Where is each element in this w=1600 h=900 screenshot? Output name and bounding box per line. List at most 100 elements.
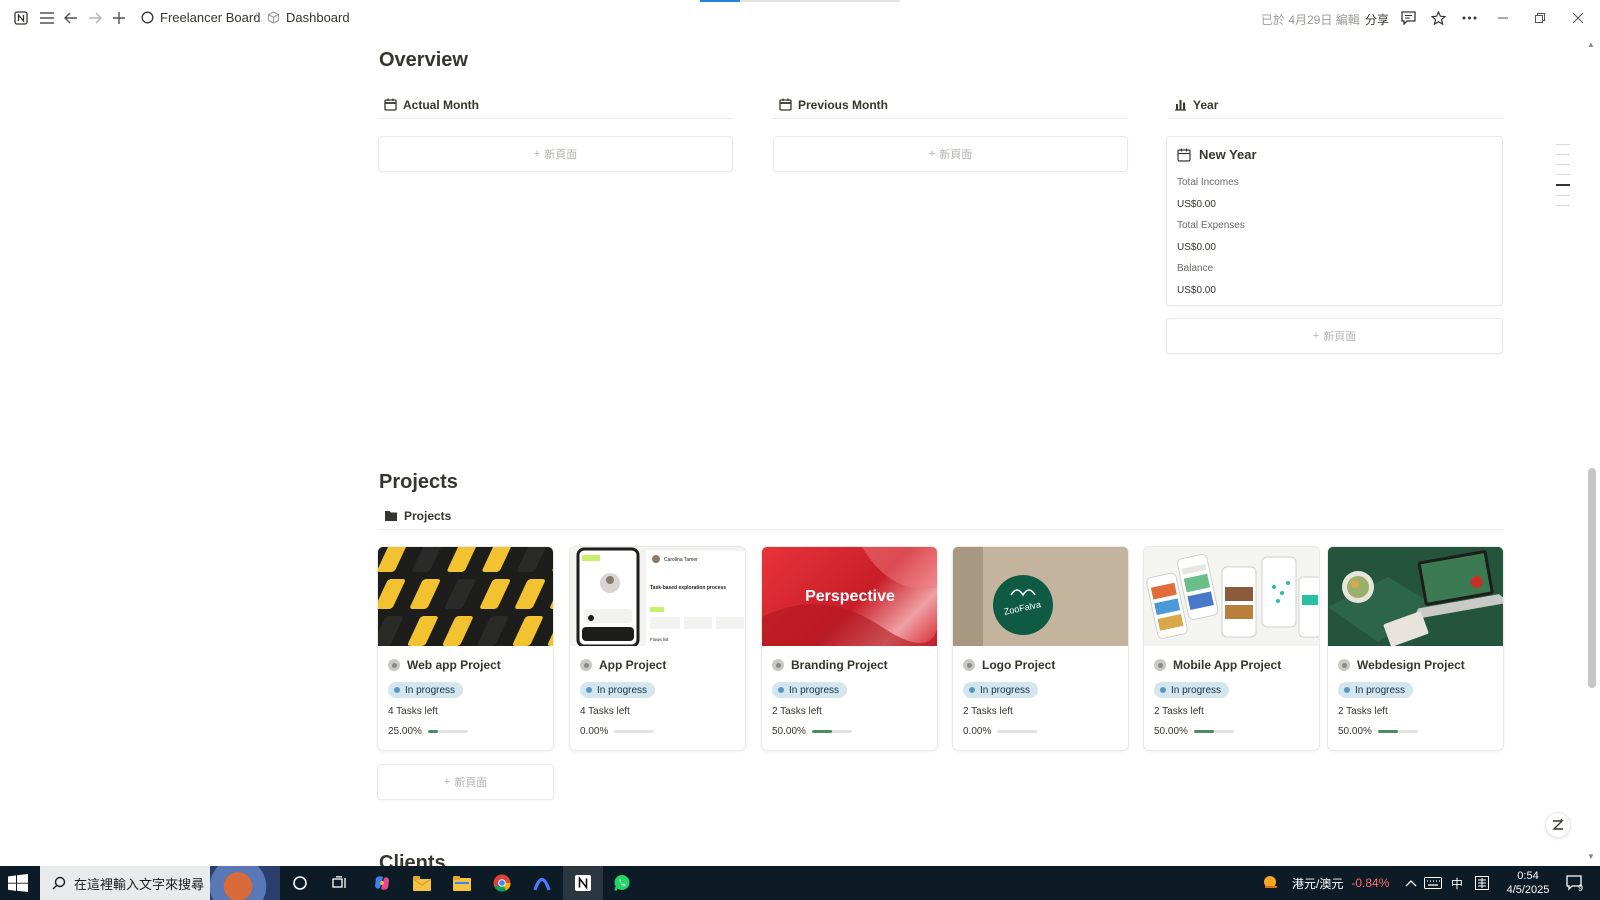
scroll-down-arrow-icon[interactable]: ▼ bbox=[1587, 852, 1595, 861]
project-cover-image: Carolina Tamer Task-based exploration pr… bbox=[570, 547, 745, 646]
breadcrumb-workspace[interactable]: Freelancer Board bbox=[141, 10, 260, 25]
projects-view-tab[interactable]: Projects bbox=[378, 502, 1504, 530]
calendar-icon bbox=[384, 98, 397, 111]
progress-percent: 0.00% bbox=[580, 726, 609, 737]
minimize-window-icon[interactable] bbox=[1493, 8, 1513, 28]
mail-folder-icon[interactable] bbox=[410, 871, 434, 895]
status-badge: In progress bbox=[1338, 682, 1414, 698]
new-page-button-previous-month[interactable]: + 新頁面 bbox=[773, 136, 1128, 172]
tray-chevron-up-icon[interactable] bbox=[1405, 866, 1417, 900]
clock[interactable]: 0:54 4/5/2025 bbox=[1498, 869, 1558, 897]
whatsapp-icon[interactable] bbox=[610, 871, 634, 895]
taskbar-search-box[interactable]: 在這裡輸入文字來搜尋 bbox=[40, 866, 280, 900]
column-actual-month[interactable]: Actual Month bbox=[378, 91, 733, 119]
project-card[interactable]: Carolina Tamer Task-based exploration pr… bbox=[569, 546, 746, 751]
status-badge: In progress bbox=[580, 682, 656, 698]
bar-chart-icon bbox=[1175, 99, 1186, 111]
column-year[interactable]: Year bbox=[1168, 91, 1504, 119]
help-button[interactable] bbox=[1545, 812, 1571, 838]
menu-icon[interactable] bbox=[37, 8, 57, 28]
notion-logo-icon[interactable] bbox=[11, 8, 31, 28]
clock-time: 0:54 bbox=[1517, 870, 1539, 882]
plus-icon: + bbox=[1312, 330, 1320, 342]
cortana-icon[interactable] bbox=[288, 871, 312, 895]
breadcrumb-separator: / bbox=[254, 10, 258, 25]
vertical-scrollbar-thumb[interactable] bbox=[1588, 468, 1596, 688]
new-tab-plus-icon[interactable] bbox=[109, 8, 129, 28]
overview-heading: Overview bbox=[379, 49, 468, 71]
project-page-icon bbox=[580, 659, 592, 671]
progress: 50.00% bbox=[1338, 726, 1493, 737]
status-badge-text: In progress bbox=[980, 684, 1031, 696]
year-card[interactable]: New Year Total Incomes US$0.00 Total Exp… bbox=[1166, 136, 1503, 306]
new-page-label: 新頁面 bbox=[939, 149, 973, 161]
back-arrow-icon[interactable] bbox=[61, 8, 81, 28]
task-view-icon[interactable] bbox=[328, 871, 352, 895]
project-card[interactable]: Web app Project In progress 4 Tasks left… bbox=[377, 546, 554, 751]
search-placeholder: 在這裡輸入文字來搜尋 bbox=[74, 876, 205, 892]
project-card[interactable]: Mobile App Project In progress 2 Tasks l… bbox=[1143, 546, 1320, 751]
status-badge-text: In progress bbox=[1171, 684, 1222, 696]
plus-icon: + bbox=[443, 776, 451, 788]
progress-percent: 50.00% bbox=[772, 726, 806, 737]
new-page-button-actual-month[interactable]: + 新頁面 bbox=[378, 136, 733, 172]
cover-user-name: Carolina Tamer bbox=[664, 557, 698, 563]
comment-icon[interactable] bbox=[1398, 8, 1418, 28]
notification-center[interactable]: 9 bbox=[1566, 866, 1583, 900]
progress-bar bbox=[1193, 730, 1234, 733]
project-name: Web app Project bbox=[388, 656, 543, 674]
breadcrumb-page-label: Dashboard bbox=[286, 10, 350, 25]
plus-icon: + bbox=[928, 148, 936, 160]
year-card-title: New Year bbox=[1177, 147, 1492, 162]
column-actual-month-label: Actual Month bbox=[403, 97, 479, 112]
share-button[interactable]: 分享 bbox=[1365, 11, 1389, 28]
total-expenses-label: Total Expenses bbox=[1177, 220, 1245, 231]
more-options-icon[interactable] bbox=[1459, 8, 1479, 28]
project-cover-image bbox=[1144, 547, 1319, 646]
new-page-button-projects[interactable]: + 新頁面 bbox=[377, 764, 554, 800]
progress: 0.00% bbox=[963, 726, 1118, 737]
new-page-label: 新頁面 bbox=[544, 149, 578, 161]
ime-options-icon[interactable] bbox=[1475, 866, 1489, 900]
breadcrumb-page[interactable]: Dashboard bbox=[267, 10, 350, 25]
keyboard-icon[interactable] bbox=[1424, 866, 1442, 900]
project-cover-image: ZooFalva bbox=[953, 547, 1128, 646]
copilot-icon[interactable] bbox=[370, 871, 394, 895]
progress: 50.00% bbox=[1154, 726, 1309, 737]
project-name-text: App Project bbox=[599, 658, 667, 672]
top-bar: Freelancer Board / Dashboard 已於 4月29日 編輯… bbox=[0, 0, 1600, 36]
table-of-contents-minimap[interactable] bbox=[1556, 144, 1570, 215]
ime-mode-indicator[interactable]: 中 bbox=[1451, 866, 1463, 900]
windows-start-icon[interactable] bbox=[8, 874, 28, 892]
new-page-button-year[interactable]: + 新頁面 bbox=[1166, 318, 1503, 354]
new-page-label: 新頁面 bbox=[454, 777, 488, 789]
total-incomes-label: Total Incomes bbox=[1177, 177, 1239, 188]
cover-brand-text: Perspective bbox=[805, 588, 895, 605]
column-previous-month[interactable]: Previous Month bbox=[773, 91, 1128, 119]
progress-percent: 50.00% bbox=[1338, 726, 1372, 737]
arc-browser-icon[interactable] bbox=[530, 871, 554, 895]
project-card[interactable]: Webdesign Project In progress 2 Tasks le… bbox=[1327, 546, 1504, 751]
folder-icon bbox=[385, 510, 397, 521]
favorite-star-icon[interactable] bbox=[1428, 8, 1448, 28]
scroll-up-arrow-icon[interactable]: ▲ bbox=[1587, 40, 1595, 49]
progress-bar bbox=[1377, 730, 1418, 733]
forward-arrow-icon[interactable] bbox=[85, 8, 105, 28]
chrome-icon[interactable] bbox=[490, 871, 514, 895]
currency-change: -0.84% bbox=[1351, 876, 1390, 890]
project-card[interactable]: ZooFalva Logo Project In progress 2 Task… bbox=[952, 546, 1129, 751]
restore-window-icon[interactable] bbox=[1530, 8, 1550, 28]
tasks-left: 2 Tasks left bbox=[1338, 706, 1388, 717]
notification-count: 9 bbox=[1578, 883, 1584, 893]
cube-icon bbox=[267, 11, 280, 24]
currency-widget[interactable]: 港元/澳元 -0.84% bbox=[1262, 866, 1389, 900]
project-page-icon bbox=[1338, 659, 1350, 671]
new-page-label: 新頁面 bbox=[1323, 331, 1357, 343]
circle-icon bbox=[141, 11, 154, 24]
notion-app-icon[interactable] bbox=[563, 866, 603, 900]
currency-pair: 港元/澳元 bbox=[1292, 876, 1344, 891]
close-window-icon[interactable] bbox=[1568, 8, 1588, 28]
projects-heading: Projects bbox=[379, 471, 458, 493]
project-card[interactable]: Perspective Branding Project In progress… bbox=[761, 546, 938, 751]
file-explorer-icon[interactable] bbox=[450, 871, 474, 895]
